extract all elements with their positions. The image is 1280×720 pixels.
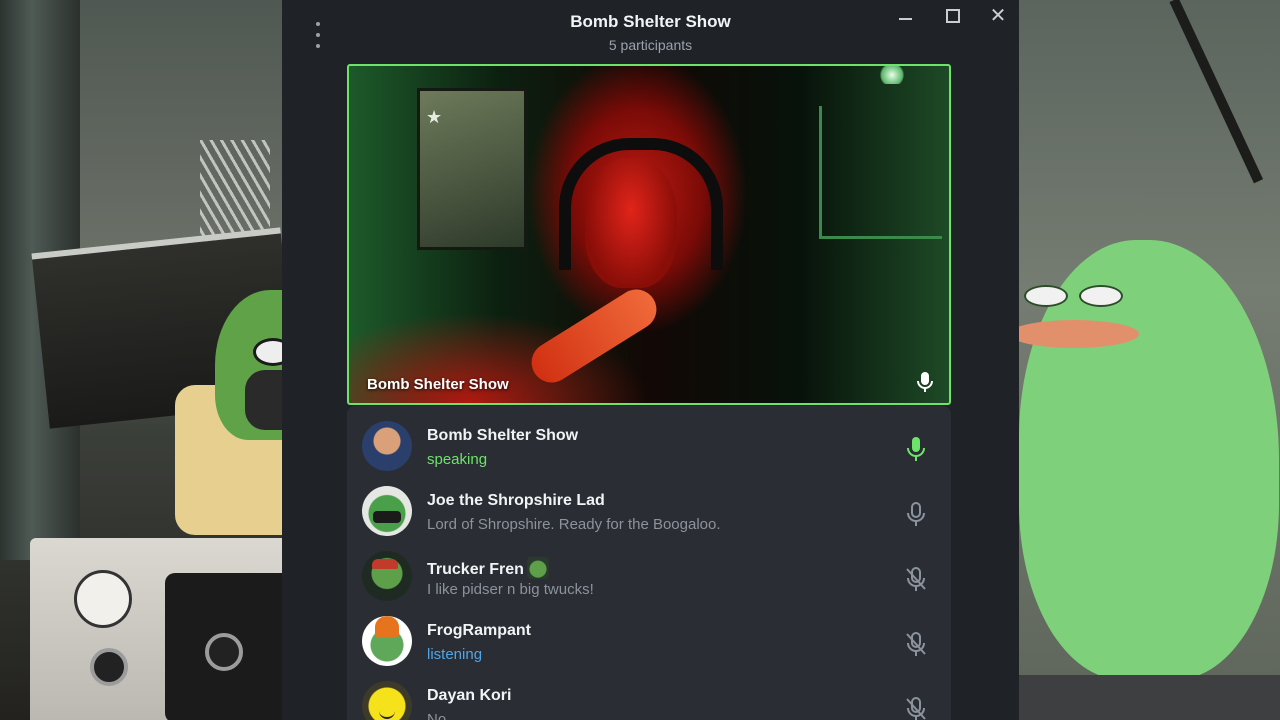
participant-row[interactable]: Bomb Shelter Show speaking — [347, 406, 951, 471]
video-shelf — [819, 106, 942, 239]
background-crack — [1169, 0, 1264, 184]
participant-name: Dayan Kori — [427, 687, 512, 704]
background-frog-character — [1019, 240, 1279, 680]
participant-status: I like pidser n big twucks! — [427, 581, 594, 598]
participant-row[interactable]: Joe the Shropshire Lad Lord of Shropshir… — [347, 471, 951, 536]
background-right-image — [1019, 0, 1280, 720]
participant-name: Joe the Shropshire Lad — [427, 492, 605, 509]
mic-icon[interactable] — [905, 501, 927, 527]
participant-row[interactable]: Dayan Kori No — [347, 666, 951, 720]
participants-list[interactable]: Bomb Shelter Show speaking Joe the Shrop… — [347, 406, 951, 720]
frog-eye — [253, 338, 282, 366]
mic-icon — [917, 372, 933, 392]
participant-name: FrogRampant — [427, 622, 531, 639]
frog-emoji-icon — [526, 557, 549, 579]
video-participant-name: Bomb Shelter Show — [367, 376, 509, 393]
video-arm — [524, 281, 664, 391]
participant-status: No — [427, 711, 447, 720]
participant-name: Bomb Shelter Show — [427, 427, 579, 444]
participant-name: Trucker Fren — [427, 561, 524, 578]
radio-knob — [90, 648, 128, 686]
title-bar[interactable]: Bomb Shelter Show 5 participants ✕ — [282, 0, 1019, 62]
maximize-button[interactable] — [943, 6, 963, 26]
avatar — [362, 421, 412, 471]
participant-row[interactable]: FrogRampant listening — [347, 601, 951, 666]
participant-row[interactable]: Trucker Fren I like pidser n big twucks! — [347, 536, 951, 601]
video-speaker — [585, 158, 677, 288]
radio-meter — [74, 570, 132, 628]
mic-muted-icon[interactable] — [905, 566, 927, 592]
video-lamp — [877, 66, 907, 84]
participant-status: listening — [427, 646, 483, 663]
frog-eye — [1079, 285, 1123, 307]
participant-name-wrapper: Trucker Fren — [427, 557, 549, 579]
background-radio — [30, 538, 282, 720]
avatar — [362, 616, 412, 666]
background-couch — [1019, 675, 1280, 720]
video-poster: ★ — [417, 88, 527, 250]
frog-lip — [1019, 320, 1139, 348]
frog-gas-mask — [245, 370, 282, 430]
video-tile[interactable]: ★ Bomb Shelter Show — [347, 64, 951, 405]
frog-eye — [1024, 285, 1068, 307]
participant-status: speaking — [427, 451, 488, 468]
participant-status: Lord of Shropshire. Ready for the Boogal… — [427, 516, 721, 533]
mic-muted-icon[interactable] — [905, 696, 927, 720]
avatar — [362, 681, 412, 720]
close-button[interactable]: ✕ — [988, 6, 1008, 26]
radio-knob — [205, 633, 243, 671]
avatar — [362, 551, 412, 601]
mic-muted-icon[interactable] — [905, 631, 927, 657]
voice-chat-window: Bomb Shelter Show 5 participants ✕ ★ Bom… — [282, 0, 1019, 720]
avatar — [362, 486, 412, 536]
mic-active-icon[interactable] — [905, 436, 927, 462]
minimize-button[interactable] — [896, 6, 916, 26]
participant-count: 5 participants — [608, 37, 693, 53]
background-left-image — [0, 0, 282, 720]
